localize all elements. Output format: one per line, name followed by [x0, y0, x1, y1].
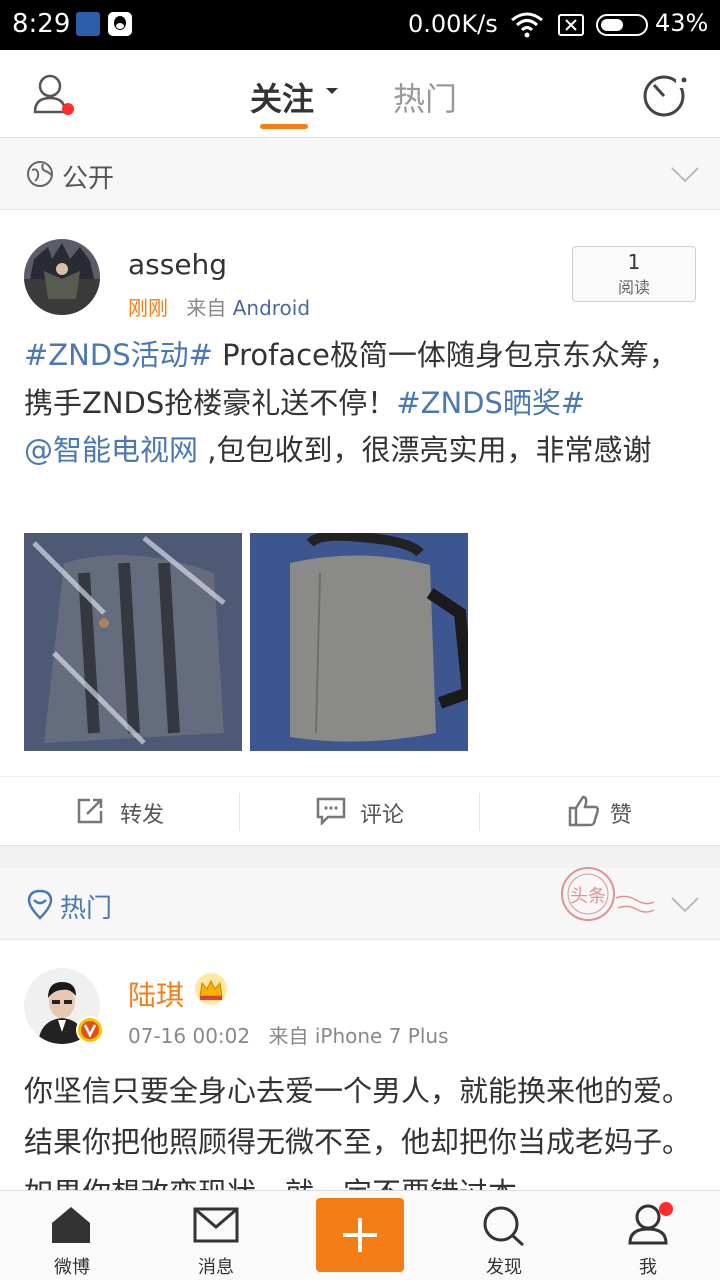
post-username[interactable]: assehg	[128, 248, 227, 281]
hashtag-link[interactable]: #ZNDS活动#	[24, 338, 213, 372]
tab-messages[interactable]: 消息	[176, 1253, 256, 1279]
post-time: 07-16 00:02	[128, 1024, 251, 1048]
divider	[479, 793, 480, 831]
radar-icon[interactable]	[642, 70, 692, 124]
thumbs-up-icon[interactable]	[568, 795, 600, 831]
post-time: 刚刚	[128, 296, 168, 320]
avatar[interactable]	[24, 239, 100, 315]
search-icon[interactable]	[482, 1205, 526, 1251]
post-source-prefix: 来自	[186, 296, 227, 320]
chevron-down-icon[interactable]	[670, 896, 700, 918]
tab-following[interactable]: 关注	[250, 74, 314, 120]
status-time: 8:29	[12, 9, 71, 39]
visibility-section-header[interactable]: 公开	[0, 138, 720, 210]
mail-icon[interactable]	[193, 1207, 239, 1247]
post-actions: 转发 评论 赞	[0, 776, 720, 846]
post-meta: 刚刚 来自 Android	[128, 292, 310, 321]
verified-badge-icon	[76, 1016, 104, 1048]
repost-button[interactable]: 转发	[120, 797, 164, 829]
tab-me[interactable]: 我	[608, 1253, 688, 1279]
globe-icon	[26, 160, 54, 192]
battery-icon	[596, 14, 652, 40]
post-image[interactable]	[24, 533, 242, 751]
tab-discover[interactable]: 发现	[464, 1253, 544, 1279]
active-tab-indicator	[260, 124, 308, 129]
battery-percent: 43%	[655, 9, 709, 37]
wifi-icon	[510, 12, 544, 42]
profile-icon[interactable]	[626, 1201, 674, 1249]
home-icon[interactable]	[50, 1205, 92, 1249]
network-speed: 0.00K/s	[408, 10, 498, 38]
repost-icon[interactable]	[76, 797, 104, 829]
chevron-down-icon[interactable]	[326, 88, 338, 94]
comment-icon[interactable]	[316, 797, 346, 829]
app-notification-icon	[76, 12, 100, 36]
tab-weibo[interactable]: 微博	[32, 1253, 112, 1279]
crown-icon	[194, 972, 228, 1010]
read-count: 1	[627, 250, 641, 274]
chevron-down-icon[interactable]	[670, 166, 700, 188]
section-label-hot: 热门	[60, 894, 113, 924]
post-image[interactable]	[250, 533, 468, 751]
section-label-public: 公开	[62, 164, 115, 194]
tab-hot[interactable]: 热门	[393, 74, 457, 120]
qq-notification-icon	[108, 12, 132, 36]
compose-button[interactable]	[316, 1198, 404, 1272]
post-username[interactable]: 陆琪	[128, 974, 184, 1014]
like-button[interactable]: 赞	[610, 797, 632, 829]
post-body: ,包包收到，很漂亮实用，非常感谢	[198, 433, 652, 467]
comment-button[interactable]: 评论	[360, 797, 404, 829]
post-text: #ZNDS活动# Proface极简一体随身包京东众筹，携手ZNDS抢楼豪礼送不…	[24, 332, 700, 475]
post-source-prefix: 来自	[268, 1024, 309, 1048]
hot-section-header[interactable]: 热门 头条	[0, 867, 720, 940]
post-meta: 07-16 00:02 来自 iPhone 7 Plus	[128, 1020, 449, 1049]
divider	[239, 793, 240, 831]
status-bar: 8:29 0.00K/s 43%	[0, 0, 720, 50]
headline-stamp: 头条	[546, 864, 656, 932]
stamp-text: 头条	[570, 886, 606, 907]
profile-icon[interactable]	[32, 72, 78, 122]
post-source: iPhone 7 Plus	[314, 1024, 449, 1048]
mention-link[interactable]: @智能电视网	[24, 433, 198, 467]
no-sim-icon	[558, 14, 584, 40]
top-nav: 关注 热门	[0, 50, 720, 138]
read-label: 阅读	[617, 278, 650, 297]
read-count-badge: 1 阅读	[572, 246, 696, 302]
post-source[interactable]: Android	[233, 296, 310, 320]
hashtag-link[interactable]: #ZNDS晒奖#	[396, 386, 585, 420]
location-pin-icon	[26, 888, 54, 924]
